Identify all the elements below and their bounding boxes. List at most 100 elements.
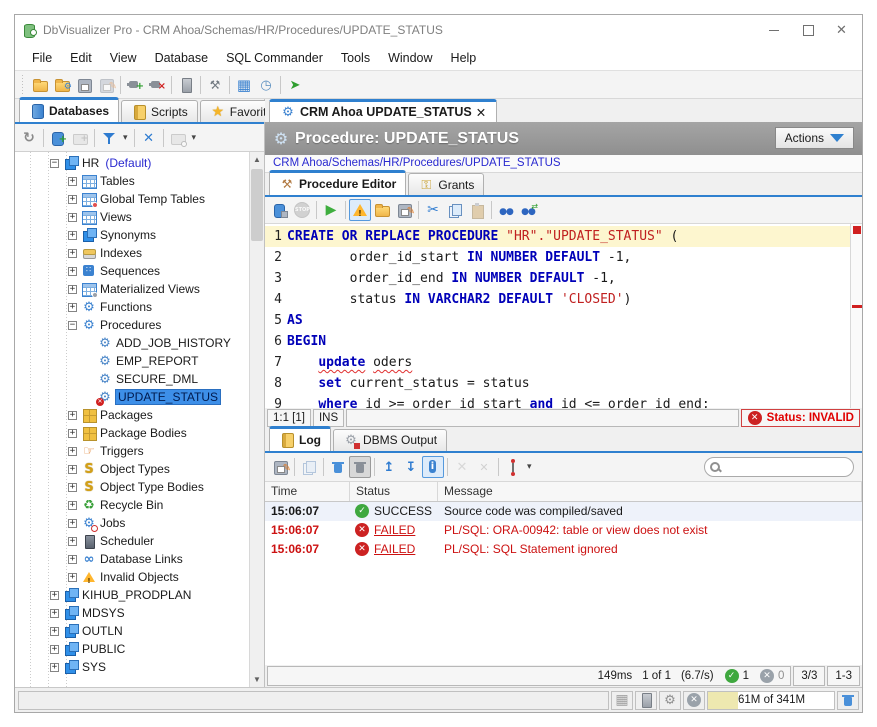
tree-item-package-bodies[interactable]: +Package Bodies <box>15 424 249 442</box>
collapse-expander-icon[interactable]: − <box>68 321 77 330</box>
grid-status-button[interactable] <box>611 691 633 710</box>
tab-crm-ahoa-update-status[interactable]: CRM Ahoa UPDATE_STATUS ✕ <box>269 99 497 122</box>
tree-item-emp-report[interactable]: EMP_REPORT <box>15 352 249 370</box>
menu-tools[interactable]: Tools <box>332 47 379 69</box>
expand-expander-icon[interactable]: + <box>68 285 77 294</box>
code-line-5[interactable]: 5AS <box>265 310 850 331</box>
tree-item-hr[interactable]: −HR(Default) <box>15 154 249 172</box>
menu-window[interactable]: Window <box>379 47 441 69</box>
code-line-4[interactable]: 4 status IN VARCHAR2 DEFAULT 'CLOSED') <box>265 289 850 310</box>
find-button[interactable] <box>495 199 517 221</box>
disconnect-button[interactable] <box>146 74 168 96</box>
tree-item-database-links[interactable]: +Database Links <box>15 550 249 568</box>
scroll-top-button[interactable] <box>378 456 400 478</box>
tree-item-object-type-bodies[interactable]: +Object Type Bodies <box>15 478 249 496</box>
expand-expander-icon[interactable]: + <box>50 591 59 600</box>
trash-button[interactable] <box>327 456 349 478</box>
tree-item-tables[interactable]: +Tables <box>15 172 249 190</box>
tree-item-packages[interactable]: +Packages <box>15 406 249 424</box>
sql-editor[interactable]: 1CREATE OR REPLACE PROCEDURE "HR"."UPDAT… <box>265 224 862 408</box>
expand-expander-icon[interactable]: + <box>68 573 77 582</box>
cut-button[interactable] <box>422 199 444 221</box>
info-button[interactable] <box>422 456 444 478</box>
run-button[interactable] <box>320 199 342 221</box>
tree-item-invalid-objects[interactable]: +Invalid Objects <box>15 568 249 586</box>
actions-button[interactable]: Actions <box>775 127 854 149</box>
error-mark-icon[interactable] <box>852 305 862 308</box>
collapse-all-button[interactable] <box>138 127 160 149</box>
tree-item-update-status[interactable]: UPDATE_STATUS <box>15 388 249 406</box>
tree-item-sequences[interactable]: +Sequences <box>15 262 249 280</box>
save-button[interactable] <box>73 74 95 96</box>
paste-button[interactable] <box>466 199 488 221</box>
save-edit-button[interactable] <box>393 199 415 221</box>
expand-expander-icon[interactable]: + <box>68 195 77 204</box>
row-height-button[interactable] <box>502 456 524 478</box>
expand-expander-icon[interactable]: + <box>68 303 77 312</box>
expand-expander-icon[interactable]: + <box>68 555 77 564</box>
gear-status-button[interactable] <box>659 691 681 710</box>
cancel-status-button[interactable] <box>683 691 705 710</box>
expand-expander-icon[interactable]: + <box>50 627 59 636</box>
tree-item-mdsys[interactable]: +MDSYS <box>15 604 249 622</box>
save-edit-button[interactable] <box>95 74 117 96</box>
column-header-message[interactable]: Message <box>438 482 862 501</box>
log-row[interactable]: 15:06:07FAILEDPL/SQL: ORA-00942: table o… <box>265 521 862 540</box>
expand-expander-icon[interactable]: + <box>68 411 77 420</box>
menu-view[interactable]: View <box>101 47 146 69</box>
log-row[interactable]: 15:06:07FAILEDPL/SQL: SQL Statement igno… <box>265 540 862 559</box>
collapse-expander-icon[interactable]: − <box>50 159 59 168</box>
expand-expander-icon[interactable]: + <box>68 483 77 492</box>
scroll-up-icon[interactable]: ▲ <box>250 152 264 167</box>
scrollbar-thumb[interactable] <box>251 169 263 241</box>
tree-item-functions[interactable]: +Functions <box>15 298 249 316</box>
trash-gray-button[interactable] <box>349 456 371 478</box>
tree-item-global-temp-tables[interactable]: +Global Temp Tables <box>15 190 249 208</box>
expand-expander-icon[interactable]: + <box>68 249 77 258</box>
server-status-button[interactable] <box>635 691 657 710</box>
expand-expander-icon[interactable]: + <box>68 213 77 222</box>
menu-edit[interactable]: Edit <box>61 47 101 69</box>
open-folder-button[interactable] <box>29 74 51 96</box>
expand-expander-icon[interactable]: + <box>68 429 77 438</box>
code-line-2[interactable]: 2 order_id_start IN NUMBER DEFAULT -1, <box>265 247 850 268</box>
tree-item-secure-dml[interactable]: SECURE_DML <box>15 370 249 388</box>
menu-file[interactable]: File <box>23 47 61 69</box>
tree-item-views[interactable]: +Views <box>15 208 249 226</box>
expand-expander-icon[interactable]: + <box>68 267 77 276</box>
expand-expander-icon[interactable]: + <box>50 645 59 654</box>
collapse-button[interactable] <box>473 456 495 478</box>
scroll-down-icon[interactable]: ▼ <box>250 672 264 687</box>
folder-add-button[interactable] <box>69 127 91 149</box>
code-line-8[interactable]: 8 set current_status = status <box>265 373 850 394</box>
dropdown-arrow-icon[interactable]: ▾ <box>189 132 200 143</box>
expand-expander-icon[interactable]: + <box>68 537 77 546</box>
export-button[interactable] <box>269 456 291 478</box>
tree-item-sys[interactable]: +SYS <box>15 658 249 676</box>
dropdown-arrow-icon[interactable]: ▾ <box>524 461 535 472</box>
tree-item-add-job-history[interactable]: ADD_JOB_HISTORY <box>15 334 249 352</box>
dropdown-arrow-icon[interactable]: ▾ <box>120 132 131 143</box>
menu-sql-commander[interactable]: SQL Commander <box>217 47 332 69</box>
toolbar-grip[interactable] <box>20 75 26 95</box>
tab-dbms-output[interactable]: DBMS Output <box>333 429 447 451</box>
warn-button[interactable] <box>349 199 371 221</box>
expand-expander-icon[interactable]: + <box>50 663 59 672</box>
minimize-button[interactable] <box>768 24 780 36</box>
bookmark-run-button[interactable] <box>284 74 306 96</box>
menu-help[interactable]: Help <box>442 47 486 69</box>
close-button[interactable]: ✕ <box>836 24 848 36</box>
tree-item-procedures[interactable]: −Procedures <box>15 316 249 334</box>
search-input[interactable] <box>723 461 853 473</box>
tree-item-indexes[interactable]: +Indexes <box>15 244 249 262</box>
tree-item-triggers[interactable]: +Triggers <box>15 442 249 460</box>
scroll-bottom-button[interactable] <box>400 456 422 478</box>
tab-scripts[interactable]: Scripts <box>121 100 198 122</box>
close-tab-icon[interactable]: ✕ <box>476 105 486 120</box>
tree-item-kihub-prodplan[interactable]: +KIHUB_PRODPLAN <box>15 586 249 604</box>
code-line-1[interactable]: 1CREATE OR REPLACE PROCEDURE "HR"."UPDAT… <box>265 226 850 247</box>
stop-button[interactable] <box>291 199 313 221</box>
log-search-field[interactable] <box>704 457 854 477</box>
server-button[interactable] <box>175 74 197 96</box>
expand-expander-icon[interactable]: + <box>68 447 77 456</box>
